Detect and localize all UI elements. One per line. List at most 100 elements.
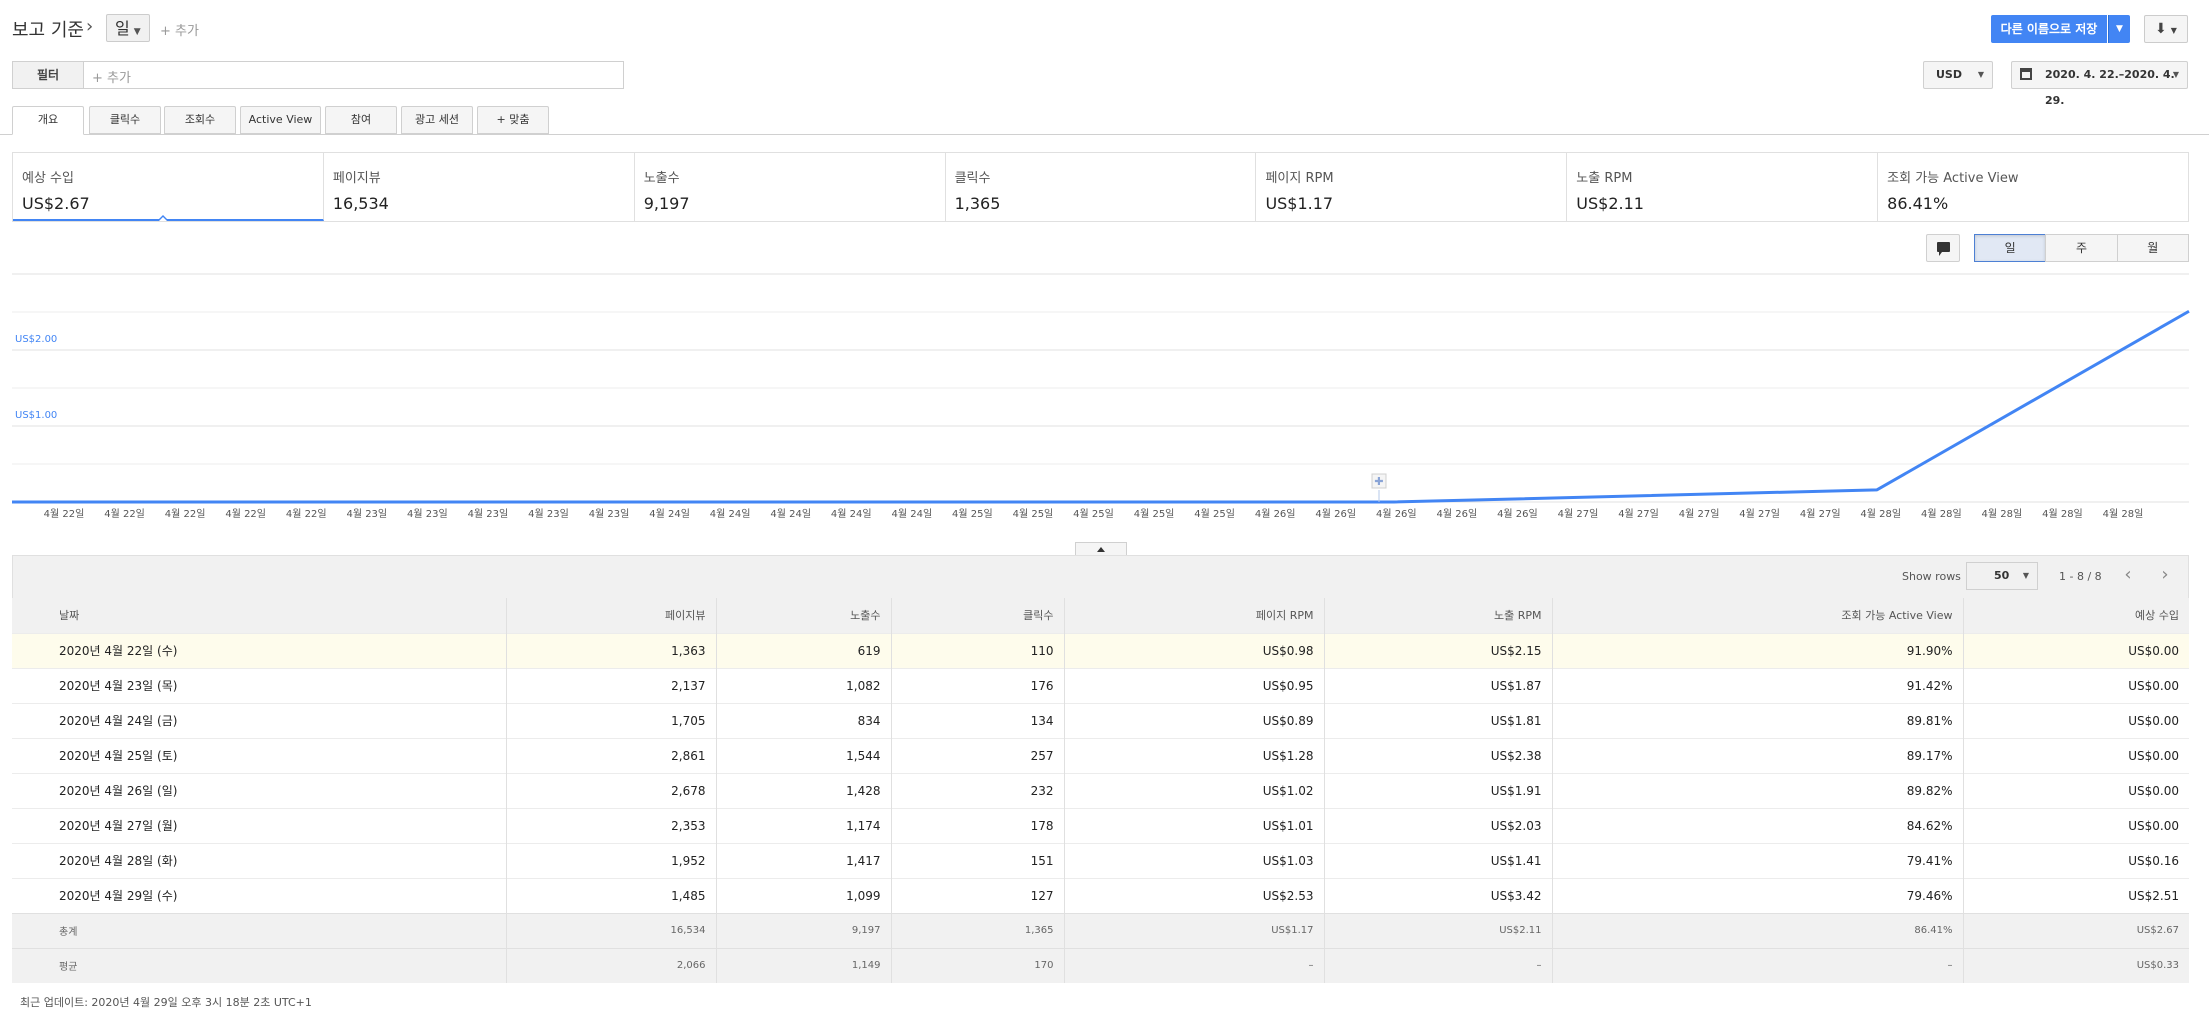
table-row[interactable]: 2020년 4월 27일 (월) 2,353 1,174 178 US$1.01 US$2… [12, 807, 2189, 843]
period-toggle: 일 주 월 [1974, 234, 2189, 262]
totals-cell: 9,197 [716, 912, 892, 948]
metric-page-rpm[interactable]: 페이지 RPM US$1.17 [1256, 153, 1568, 221]
table-row[interactable]: 2020년 4월 24일 (금) 1,705 834 134 US$0.89 US$1.8… [12, 702, 2189, 738]
dimension-select[interactable]: 일 ▼ [106, 14, 150, 42]
tab-overview[interactable]: 개요 [12, 106, 84, 135]
value-cell: US$2.51 [1963, 877, 2189, 913]
metric-impressions[interactable]: 노출수 9,197 [635, 153, 946, 221]
metric-value: 16,534 [332, 194, 389, 213]
value-cell: 1,417 [716, 842, 892, 878]
add-dimension-link[interactable]: + 추가 [160, 20, 199, 39]
averages-cell: – [1324, 947, 1553, 983]
value-cell: 91.42% [1552, 667, 1964, 703]
x-tick-label: 4월 28일 [1860, 508, 1901, 520]
crosshair-icon: ✚ [1374, 475, 1383, 488]
table-row[interactable]: 2020년 4월 28일 (화) 1,952 1,417 151 US$1.03 US$1… [12, 842, 2189, 878]
currency-select[interactable]: USD ▼ [1923, 61, 1993, 89]
value-cell: 1,952 [506, 842, 717, 878]
x-tick-label: 4월 24일 [891, 508, 932, 520]
x-tick-label: 4월 24일 [831, 508, 872, 520]
column-header[interactable]: 페이지뷰 [506, 598, 717, 633]
metric-value: 1,365 [954, 194, 1001, 213]
currency-value: USD [1936, 68, 1962, 81]
metric-clicks[interactable]: 클릭수 1,365 [946, 153, 1257, 221]
save-as-button[interactable]: 다른 이름으로 저장 [1991, 15, 2107, 43]
averages-cell: 평균 [12, 947, 507, 983]
x-tick-label: 4월 22일 [104, 508, 145, 520]
value-cell: US$0.98 [1064, 632, 1325, 668]
value-cell: US$2.15 [1324, 632, 1553, 668]
tab-clicks[interactable]: 클릭수 [89, 106, 161, 134]
x-tick-label: 4월 24일 [649, 508, 690, 520]
value-cell: US$2.03 [1324, 807, 1553, 843]
averages-cell: – [1552, 947, 1964, 983]
tab-custom[interactable]: + 맞춤 [477, 106, 549, 134]
value-cell: US$1.41 [1324, 842, 1553, 878]
filter-add-input[interactable]: + 추가 [92, 67, 131, 86]
metric-impression-rpm[interactable]: 노출 RPM US$2.11 [1567, 153, 1879, 221]
totals-cell: 총계 [12, 912, 507, 948]
period-day-button[interactable]: 일 [1974, 234, 2047, 262]
column-header[interactable]: 노출수 [716, 598, 892, 633]
table-row[interactable]: 2020년 4월 26일 (일) 2,678 1,428 232 US$1.02 US$1… [12, 772, 2189, 808]
comment-icon [1937, 242, 1950, 256]
value-cell: 1,705 [506, 702, 717, 738]
y-tick-label: US$1.00 [15, 410, 57, 421]
value-cell: 79.46% [1552, 877, 1964, 913]
column-header[interactable]: 페이지 RPM [1064, 598, 1325, 633]
pagination-range: 1 - 8 / 8 [2059, 570, 2102, 583]
value-cell: US$0.89 [1064, 702, 1325, 738]
metric-value: US$1.17 [1265, 194, 1334, 213]
earnings-series-line [12, 309, 2190, 504]
period-month-button[interactable]: 월 [2116, 234, 2189, 262]
value-cell: 178 [891, 807, 1065, 843]
table-row[interactable]: 2020년 4월 22일 (수) 1,363 619 110 US$0.98 US$2.1… [12, 632, 2189, 668]
value-cell: 151 [891, 842, 1065, 878]
earnings-line-chart: US$1.00US$2.00US$3.004월 22일4월 22일4월 22일4… [12, 273, 2190, 520]
rows-per-page-select[interactable]: 50 ▼ [1966, 562, 2038, 590]
value-cell: 1,544 [716, 737, 892, 773]
metric-label: 예상 수입 [22, 171, 74, 186]
tab-active-view[interactable]: Active View [240, 106, 321, 134]
x-tick-label: 4월 23일 [468, 508, 509, 520]
column-header[interactable]: 클릭수 [891, 598, 1065, 633]
date-range-select[interactable]: 2020. 4. 22.–2020. 4. 29. ▼ [2011, 61, 2188, 107]
table-row[interactable]: 2020년 4월 29일 (수) 1,485 1,099 127 US$2.53 US$3… [12, 877, 2189, 913]
column-header[interactable]: 예상 수입 [1963, 598, 2189, 633]
averages-cell: 2,066 [506, 947, 717, 983]
value-cell: US$0.95 [1064, 667, 1325, 703]
date-cell: 2020년 4월 26일 (일) [12, 772, 507, 808]
save-options-caret-icon[interactable]: ▼ [2108, 15, 2130, 43]
collapse-chart-handle[interactable] [1075, 542, 1127, 555]
table-row[interactable]: 2020년 4월 23일 (목) 2,137 1,082 176 US$0.95 US$1… [12, 667, 2189, 703]
value-cell: 619 [716, 632, 892, 668]
filter-label[interactable]: 필터 [12, 61, 84, 89]
chevron-right-icon[interactable]: › [2150, 562, 2180, 590]
tab-views[interactable]: 조회수 [164, 106, 236, 134]
chevron-left-icon[interactable]: ‹ [2113, 562, 2143, 590]
x-tick-label: 4월 27일 [1739, 508, 1780, 520]
date-range-value: 2020. 4. 22.–2020. 4. 29. [2045, 68, 2175, 107]
totals-row: 총계 16,534 9,197 1,365 US$1.17 US$2.11 86… [12, 912, 2189, 948]
x-tick-label: 4월 23일 [407, 508, 448, 520]
metric-pageviews[interactable]: 페이지뷰 16,534 [324, 153, 635, 221]
metric-label: 노출 RPM [1576, 171, 1633, 186]
x-tick-label: 4월 26일 [1497, 508, 1538, 520]
metric-estimated-earnings[interactable]: 예상 수입 US$2.67 [13, 153, 324, 221]
metric-label: 페이지뷰 [332, 171, 381, 186]
table-row[interactable]: 2020년 4월 25일 (토) 2,861 1,544 257 US$1.28 US$2… [12, 737, 2189, 773]
annotation-button[interactable] [1926, 234, 1960, 262]
x-tick-label: 4월 25일 [1073, 508, 1114, 520]
period-week-button[interactable]: 주 [2045, 234, 2118, 262]
metric-active-view-viewable[interactable]: 조회 가능 Active View 86.41% [1878, 153, 2188, 221]
tab-ad-sessions[interactable]: 광고 세션 [401, 106, 473, 134]
tab-engagement[interactable]: 참여 [325, 106, 397, 134]
value-cell: 79.41% [1552, 842, 1964, 878]
x-tick-label: 4월 25일 [952, 508, 993, 520]
column-header[interactable]: 노출 RPM [1324, 598, 1553, 633]
column-header[interactable]: 조회 가능 Active View [1552, 598, 1964, 633]
column-header[interactable]: 날짜 [12, 598, 507, 633]
report-table: 날짜 페이지뷰 노출수 클릭수 페이지 RPM 노출 RPM 조회 가능 Act… [12, 598, 2189, 983]
download-button[interactable]: ⬇ ▼ [2144, 15, 2188, 43]
calendar-icon [2020, 68, 2032, 80]
